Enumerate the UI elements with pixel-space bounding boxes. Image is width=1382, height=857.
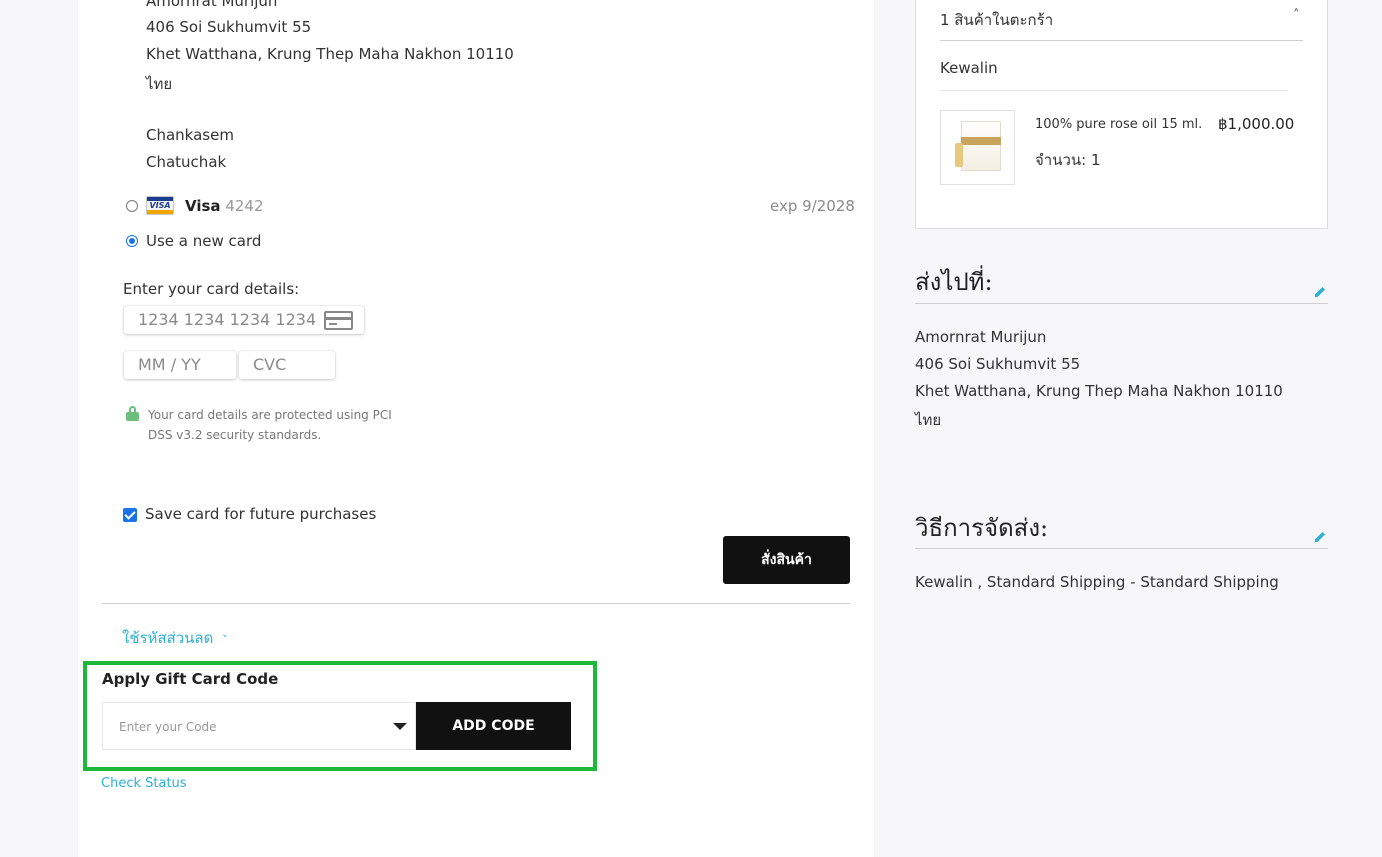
save-card-checkbox[interactable] [123, 508, 137, 522]
address-city: Khet Watthana, Krung Thep Maha Nakhon 10… [146, 45, 514, 63]
cart-item-qty: จำนวน: 1 [1035, 151, 1101, 169]
product-thumbnail[interactable] [940, 110, 1015, 185]
cart-item-name: 100% pure rose oil 15 ml. [1035, 117, 1203, 132]
dropdown-caret-icon[interactable] [393, 723, 407, 730]
shipping-method-divider [915, 548, 1328, 549]
address-name: Amornrat Murijun [146, 0, 278, 10]
place-order-button[interactable]: สั่งสินค้า [723, 536, 850, 584]
vendor-divider [940, 90, 1288, 91]
security-note: Your card details are protected using PC… [148, 408, 392, 442]
divider [102, 603, 850, 604]
ship-to-street: 406 Soi Sukhumvit 55 [915, 355, 1081, 373]
ship-to-divider [915, 303, 1328, 304]
edit-pencil-icon[interactable] [1313, 284, 1327, 298]
lock-icon [126, 406, 139, 421]
edit-pencil-icon[interactable] [1313, 529, 1327, 543]
cart-item-price: ฿1,000.00 [1218, 115, 1295, 133]
saved-card-radio[interactable] [126, 200, 138, 212]
address-street: 406 Soi Sukhumvit 55 [146, 18, 312, 36]
card-expiry-input[interactable]: MM / YY [124, 351, 236, 379]
chevron-up-icon[interactable]: ˄ [1293, 8, 1300, 23]
saved-card-last4: 4242 [225, 197, 264, 215]
ship-to-name: Amornrat Murijun [915, 328, 1047, 346]
discount-code-toggle[interactable]: ใช้รหัสส่วนลด ˅ [122, 626, 228, 650]
shipping-method-title: วิธีการจัดส่ง: [915, 514, 1049, 542]
address-country: ไทย [146, 75, 173, 93]
check-status-link[interactable]: Check Status [101, 776, 187, 791]
card-details-label: Enter your card details: [123, 280, 300, 298]
saved-card-expiry: exp 9/2028 [770, 197, 855, 215]
ship-to-title: ส่งไปที่: [915, 268, 993, 296]
shipping-method-value: Kewalin , Standard Shipping - Standard S… [915, 573, 1279, 591]
saved-card-brand: Visa [185, 197, 221, 215]
new-card-radio[interactable] [126, 235, 138, 247]
add-code-button[interactable]: ADD CODE [416, 702, 571, 750]
address-subdistrict: Chatuchak [146, 153, 227, 171]
card-cvc-input[interactable]: CVC [239, 351, 335, 379]
chevron-down-icon: ˅ [222, 633, 228, 646]
new-card-label[interactable]: Use a new card [146, 232, 261, 250]
gift-code-input[interactable]: Enter your Code [102, 702, 416, 750]
saved-card-info[interactable]: Visa 4242 [185, 197, 264, 215]
cart-divider [940, 40, 1303, 41]
discount-label: ใช้รหัสส่วนลด [122, 629, 214, 647]
visa-icon: VISA [146, 196, 174, 215]
address-district: Chankasem [146, 126, 234, 144]
cart-summary-toggle[interactable]: 1 สินค้าในตะกร้า [940, 8, 1053, 32]
credit-card-icon [324, 311, 353, 330]
ship-to-country: ไทย [915, 411, 942, 429]
gift-card-title: Apply Gift Card Code [102, 670, 279, 688]
save-card-label[interactable]: Save card for future purchases [145, 505, 376, 523]
ship-to-city: Khet Watthana, Krung Thep Maha Nakhon 10… [915, 382, 1283, 400]
cart-vendor: Kewalin [940, 59, 998, 77]
